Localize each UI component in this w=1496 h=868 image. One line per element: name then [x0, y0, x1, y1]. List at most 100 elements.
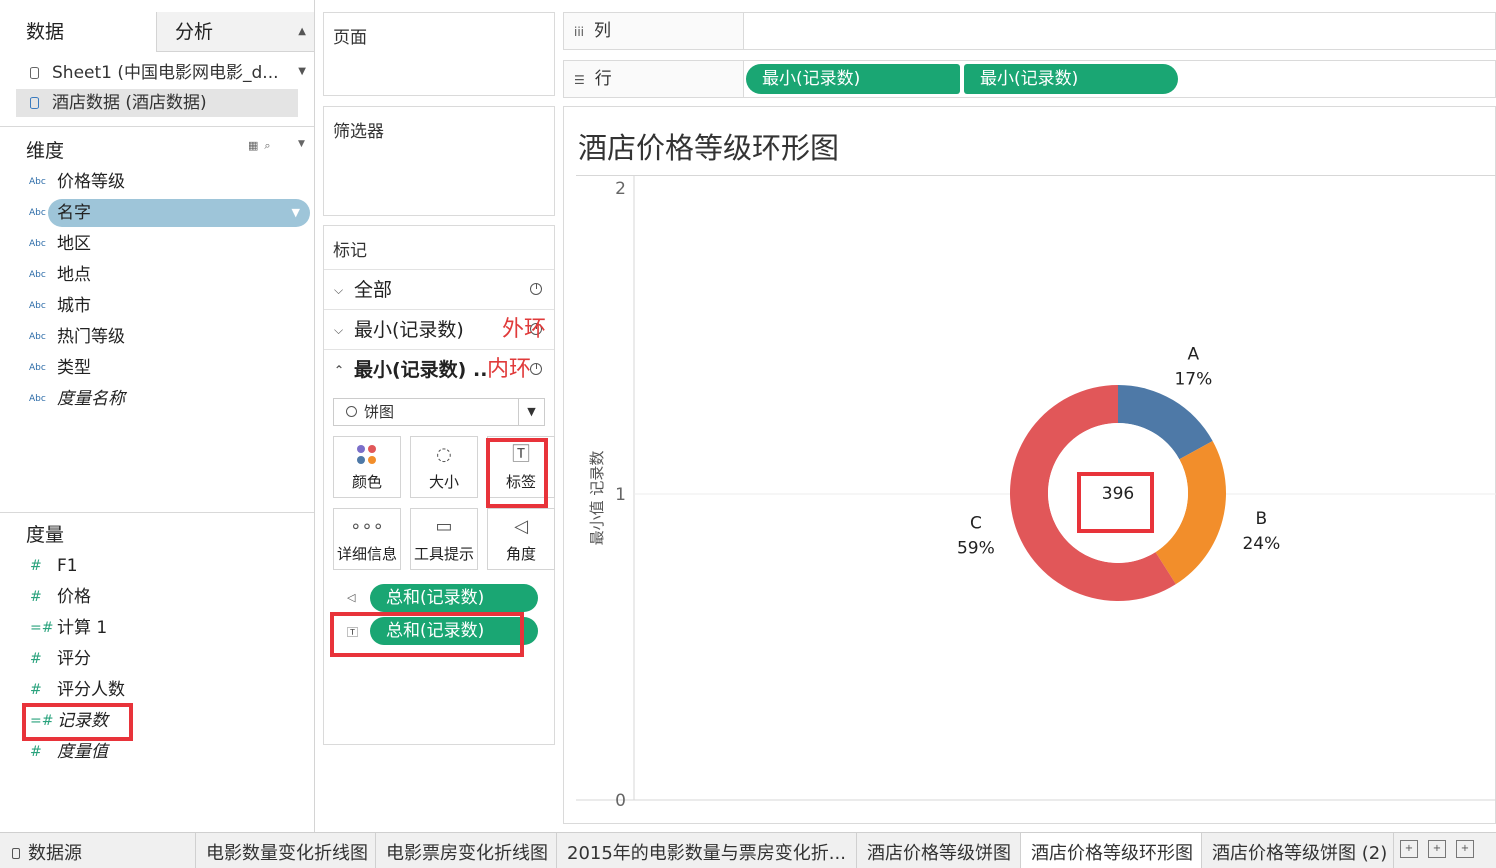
field-label: 计算 1	[57, 618, 108, 638]
pages-card-title: 页面	[333, 28, 367, 48]
measure-field[interactable]: =# 计算 1	[26, 614, 306, 642]
field-label: 地点	[57, 265, 91, 285]
sheet-tab-active[interactable]: 酒店价格等级环形图	[1021, 833, 1202, 868]
rows-shelf[interactable]: ☰ 行 最小(记录数) 最小(记录数)	[563, 60, 1496, 98]
columns-shelf-label: 列	[594, 21, 612, 41]
tab-analysis-label: 分析	[175, 21, 214, 43]
marks-row-inner[interactable]: ⌃ 最小(记录数) .. 内环	[324, 349, 554, 389]
datasource-item-selected[interactable]: 酒店数据 (酒店数据)	[16, 89, 298, 117]
measure-field[interactable]: # 价格	[26, 583, 306, 611]
dimension-field[interactable]: Abc 类型	[26, 354, 306, 382]
size-icon: ◌	[436, 444, 452, 465]
filters-card[interactable]: 筛选器	[323, 106, 555, 216]
angle-icon: ◁	[514, 516, 528, 537]
color-button[interactable]: 颜色	[333, 436, 401, 498]
rows-pill[interactable]: 最小(记录数)	[964, 64, 1178, 94]
y-axis-title: 最小值 记录数	[588, 451, 606, 546]
new-datasource-icon[interactable]: +	[1400, 840, 1418, 858]
new-dashboard-icon[interactable]: +	[1456, 840, 1474, 858]
string-type-icon: Abc	[29, 394, 46, 404]
chart-area: 0 1 2 最小值 记录数 A 17% B 24% C 59% 396	[576, 175, 1496, 812]
pie-icon	[530, 283, 542, 295]
rows-pill[interactable]: 最小(记录数)	[746, 64, 960, 94]
list-view-icon[interactable]: ▦	[248, 139, 264, 152]
tab-data-source[interactable]: 数据源	[0, 833, 192, 868]
dimension-field[interactable]: Abc 价格等级	[26, 168, 306, 196]
filters-card-title: 筛选器	[333, 122, 384, 142]
sheet-tab[interactable]: 酒店价格等级饼图 (2)	[1202, 833, 1394, 868]
field-label: 度量值	[57, 742, 108, 762]
columns-shelf[interactable]: iii 列	[563, 12, 1496, 50]
slice-percent-label: 17%	[1174, 370, 1212, 390]
slice-category-label: C	[970, 513, 982, 533]
tooltip-button[interactable]: ▭ 工具提示	[410, 508, 478, 570]
string-type-icon: Abc	[29, 177, 46, 187]
number-type-icon: #	[30, 651, 42, 667]
outer-ring-annotation: 外环	[502, 317, 547, 342]
measure-field[interactable]: # 评分	[26, 645, 306, 673]
sheet-tab[interactable]: 酒店价格等级饼图	[857, 833, 1021, 868]
dimension-field[interactable]: Abc 城市	[26, 292, 306, 320]
updown-icon[interactable]: ▲ ▼	[298, 12, 306, 92]
angle-button[interactable]: ◁ 角度	[487, 508, 555, 570]
columns-shelf-header: iii 列	[564, 13, 744, 49]
tab-label: 数据源	[28, 843, 82, 864]
number-type-icon: #	[30, 558, 42, 574]
tab-data[interactable]: 数据	[0, 12, 156, 52]
size-button[interactable]: ◌ 大小	[410, 436, 478, 498]
number-type-icon: #	[30, 589, 42, 605]
datasource-label: 酒店数据 (酒店数据)	[52, 93, 207, 113]
number-type-icon: #	[30, 682, 42, 698]
sheet-tab[interactable]: 电影票房变化折线图	[376, 833, 557, 868]
dimension-field-selected[interactable]: Abc 名字 ▼	[29, 199, 310, 227]
divider	[0, 512, 314, 513]
marks-row-outer[interactable]: ⌵ 最小(记录数) 外环	[324, 309, 554, 349]
field-label: 城市	[57, 296, 91, 316]
angle-pill[interactable]: 总和(记录数)	[370, 584, 538, 612]
datasource-label: Sheet1 (中国电影网电影_d...	[52, 63, 279, 83]
highlight-box	[22, 703, 133, 741]
columns-icon: iii	[574, 25, 585, 39]
measure-field[interactable]: # 评分人数	[26, 676, 306, 704]
string-type-icon: Abc	[29, 363, 46, 373]
sheet-tab[interactable]: 2015年的电影数量与票房变化折...	[557, 833, 857, 868]
detail-button[interactable]: ∘∘∘ 详细信息	[333, 508, 401, 570]
search-icon[interactable]: ⌕	[264, 139, 276, 152]
dimension-field[interactable]: Abc 地点	[26, 261, 306, 289]
pages-card[interactable]: 页面	[323, 12, 555, 96]
inner-ring-annotation: 内环	[487, 357, 532, 382]
marks-row-label: 全部	[354, 279, 393, 301]
field-label: 度量名称	[57, 389, 125, 409]
new-sheet-icon[interactable]: +	[1428, 840, 1446, 858]
sheet-tab[interactable]: 电影数量变化折线图	[195, 833, 376, 868]
datasource-item[interactable]: Sheet1 (中国电影网电影_d...	[16, 59, 298, 87]
rows-icon: ☰	[574, 73, 585, 87]
mark-type-select[interactable]: 饼图 ▼	[333, 398, 545, 426]
marks-row-all[interactable]: ⌵ 全部	[324, 269, 554, 309]
dropdown-caret-icon[interactable]: ▼	[292, 199, 300, 227]
dimension-field[interactable]: Abc 地区	[26, 230, 306, 258]
number-type-icon: #	[30, 744, 42, 760]
chevron-down-icon: ▼	[518, 399, 544, 425]
marks-row-label: 最小(记录数)	[354, 319, 464, 341]
visualization-pane: 酒店价格等级环形图 0 1 2 最小值 记录数 A 17% B 24% C 59% 396	[563, 106, 1496, 824]
tab-analysis[interactable]: 分析 ▲ ▼	[156, 12, 314, 77]
field-label: 价格	[57, 587, 91, 607]
dimension-field[interactable]: Abc 度量名称	[26, 385, 306, 413]
string-type-icon: Abc	[29, 270, 46, 280]
detail-button-label: 详细信息	[336, 545, 397, 563]
marks-row-label: 最小(记录数) ..	[354, 359, 488, 381]
chevron-down-icon[interactable]: ▼	[298, 139, 311, 149]
database-icon	[30, 97, 39, 109]
angle-icon: ◁	[347, 591, 356, 604]
rows-shelf-header: ☰ 行	[564, 61, 744, 97]
string-type-icon: Abc	[29, 208, 46, 218]
color-button-label: 颜色	[351, 473, 382, 491]
divider	[0, 126, 314, 127]
pie-icon	[346, 406, 357, 417]
dimension-field[interactable]: Abc 热门等级	[26, 323, 306, 351]
string-type-icon: Abc	[29, 332, 46, 342]
measures-title: 度量	[26, 524, 65, 546]
measure-field[interactable]: # 度量值	[26, 738, 306, 766]
measure-field[interactable]: # F1	[26, 552, 306, 580]
